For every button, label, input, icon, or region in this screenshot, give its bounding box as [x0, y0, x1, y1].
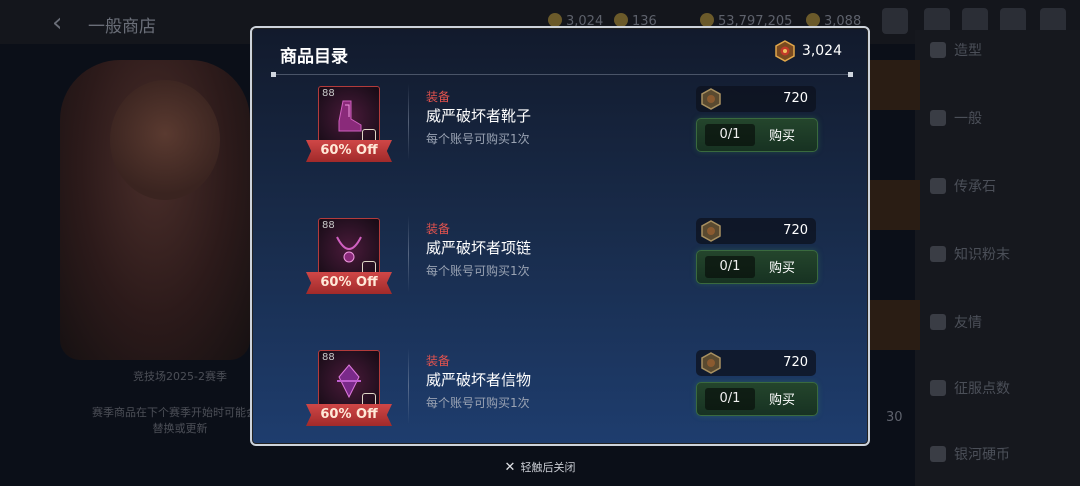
item-category: 装备	[426, 90, 451, 104]
arena-medal-icon	[700, 88, 722, 110]
item-level: 88	[322, 352, 335, 363]
boots-icon	[338, 100, 362, 132]
arena-medal-icon	[700, 220, 722, 242]
list-item: 88 60% Off 装备 威严破坏者信物 每个账号可购买1次 720 0/1 …	[252, 344, 872, 464]
price-box: 720	[696, 350, 816, 376]
item-thumbnail[interactable]: 88	[318, 86, 380, 148]
side-item-knowledge-powder[interactable]: 知识粉末	[930, 244, 1010, 264]
currency-display: 3,024	[774, 40, 842, 62]
buy-button[interactable]: 0/1 购买	[696, 250, 818, 284]
shop-title: 一般商店	[88, 17, 156, 37]
buy-button[interactable]: 0/1 购买	[696, 118, 818, 152]
season-note: 赛季商品在下个赛季开始时可能会被替换或更新	[92, 406, 268, 435]
purchase-count: 0/1	[705, 388, 755, 410]
gold-icon	[700, 13, 714, 27]
buy-label: 购买	[769, 261, 796, 276]
item-category: 装备	[426, 354, 451, 368]
bg-item-slot	[870, 180, 920, 230]
necklace-icon	[336, 236, 362, 263]
row-divider	[408, 216, 409, 292]
item-category: 装备	[426, 222, 451, 236]
product-catalog-modal: 商品目录 3,024 88 60% Off 装备 威严破坏者靴子 每个账号可购买…	[250, 26, 870, 446]
item-level: 88	[322, 88, 335, 99]
bg-item-slot	[870, 60, 920, 110]
price-box: 720	[696, 218, 816, 244]
list-item: 88 60% Off 装备 威严破坏者靴子 每个账号可购买1次 720 0/1 …	[252, 80, 872, 200]
row-divider	[408, 84, 409, 160]
side-item-conquest-points[interactable]: 征服点数	[930, 378, 1010, 398]
side-item-friendship[interactable]: 友情	[930, 312, 982, 332]
item-level: 88	[322, 220, 335, 231]
costume-icon	[930, 42, 946, 58]
bg-item-slot	[870, 300, 920, 350]
discount-badge: 60% Off	[306, 140, 392, 162]
crystal-icon	[806, 13, 820, 27]
tap-to-close-hint[interactable]: ✕ 轻触后关闭	[0, 459, 1080, 475]
back-arrow-icon[interactable]: ‹	[52, 8, 62, 38]
side-item-general[interactable]: 一般	[930, 108, 982, 128]
title-divider	[271, 72, 853, 77]
item-thumbnail[interactable]: 88	[318, 218, 380, 280]
general-icon	[930, 110, 946, 126]
buy-button[interactable]: 0/1 购买	[696, 382, 818, 416]
item-name: 威严破坏者项链	[426, 239, 532, 257]
item-name: 威严破坏者信物	[426, 371, 532, 389]
bg-side-value: 30	[886, 410, 903, 425]
side-item-heritage-stone[interactable]: 传承石	[930, 176, 996, 196]
arena-medal-icon	[700, 352, 722, 374]
list-item: 88 60% Off 装备 威严破坏者项链 每个账号可购买1次 720 0/1 …	[252, 212, 872, 332]
price-box: 720	[696, 86, 816, 112]
price-value: 720	[783, 91, 808, 106]
purchase-limit: 每个账号可购买1次	[426, 264, 530, 278]
stone-icon	[930, 178, 946, 194]
bell-icon[interactable]	[882, 8, 908, 34]
discount-badge: 60% Off	[306, 272, 392, 294]
purchase-count: 0/1	[705, 256, 755, 278]
shop-character-head	[110, 80, 220, 200]
price-value: 720	[783, 223, 808, 238]
side-item-costume[interactable]: 造型	[930, 40, 982, 60]
modal-title: 商品目录	[280, 47, 348, 67]
arena-medal-icon	[774, 40, 796, 62]
close-x-icon: ✕	[504, 460, 516, 475]
stamina-icon	[614, 13, 628, 27]
purchase-limit: 每个账号可购买1次	[426, 396, 530, 410]
purchase-limit: 每个账号可购买1次	[426, 132, 530, 146]
powder-icon	[930, 246, 946, 262]
purchase-count: 0/1	[705, 124, 755, 146]
buy-label: 购买	[769, 393, 796, 408]
buy-label: 购买	[769, 129, 796, 144]
price-value: 720	[783, 355, 808, 370]
item-thumbnail[interactable]: 88	[318, 350, 380, 412]
heart-icon	[930, 314, 946, 330]
discount-badge: 60% Off	[306, 404, 392, 426]
conquest-icon	[930, 380, 946, 396]
medal-icon	[548, 13, 562, 27]
season-caption: 竞技场2025-2赛季	[133, 370, 227, 383]
talisman-icon	[337, 364, 361, 399]
item-name: 威严破坏者靴子	[426, 107, 532, 125]
currency-value: 3,024	[801, 43, 842, 59]
row-divider	[408, 348, 409, 424]
